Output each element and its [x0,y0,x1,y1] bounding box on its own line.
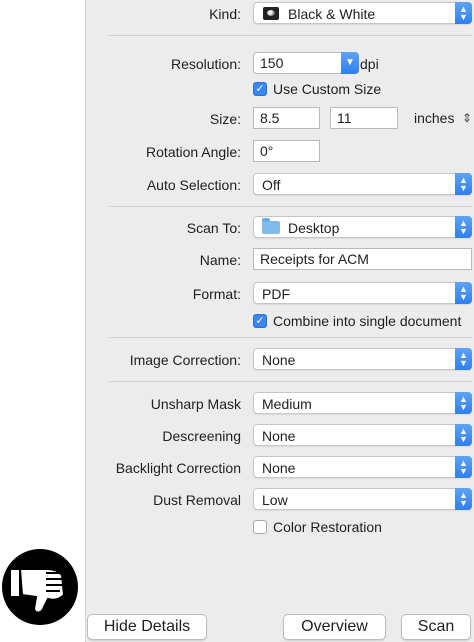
size-unit-popup[interactable]: inches [414,107,454,129]
combine-label: Combine into single document [273,313,462,329]
dpi-unit: dpi [360,56,379,72]
custom-size-row: ✓ Use Custom Size [85,79,474,103]
unsharp-mask-value: Medium [262,396,312,412]
kind-value: Black & White [288,6,376,22]
updown-arrows-icon: ▲ ▼ [455,2,472,24]
rotation-label: Rotation Angle: [146,144,241,160]
name-field[interactable]: Receipts for ACM [253,248,472,270]
dust-removal-popup[interactable]: Low ▲ ▼ [253,488,472,510]
custom-size-label: Use Custom Size [273,81,382,97]
folder-icon [262,218,280,234]
divider [109,206,472,207]
size-width-field[interactable]: 8.5 [253,107,320,129]
updown-arrows-icon: ▲ ▼ [455,216,472,238]
descreening-label: Descreening [162,428,241,444]
kind-row: Kind: Black & White ▲ ▼ [85,2,474,26]
updown-arrows-icon: ▲ ▼ [455,173,472,195]
updown-arrows-icon: ▲ ▼ [455,456,472,478]
auto-selection-value: Off [262,177,281,193]
name-label: Name: [199,252,241,268]
format-label: Format: [192,286,241,302]
backlight-label: Backlight Correction [115,460,241,476]
backlight-row: Backlight Correction None ▲ ▼ [85,456,474,480]
dust-removal-value: Low [262,492,288,508]
kind-label: Kind: [209,6,241,22]
resolution-value: 150 [260,55,284,71]
overview-button[interactable]: Overview [283,614,386,640]
descreening-popup[interactable]: None ▲ ▼ [253,424,472,446]
rotation-row: Rotation Angle: 0° [85,140,474,164]
format-popup[interactable]: PDF ▲ ▼ [253,282,472,304]
rotation-field[interactable]: 0° [253,140,320,162]
custom-size-checkbox[interactable]: ✓ [253,82,267,96]
kind-popup[interactable]: Black & White ▲ ▼ [253,2,472,24]
unsharp-mask-popup[interactable]: Medium ▲ ▼ [253,392,472,414]
auto-selection-row: Auto Selection: Off ▲ ▼ [85,173,474,197]
hide-details-button[interactable]: Hide Details [87,614,207,640]
combine-row: ✓ Combine into single document [85,311,474,335]
scan-to-row: Scan To: Desktop ▲ ▼ [85,216,474,240]
resolution-label: Resolution: [170,56,241,72]
size-row: Size: 8.5 11 inches ⇕ [85,107,474,131]
divider [109,35,472,36]
dust-removal-label: Dust Removal [153,492,241,508]
descreening-row: Descreening None ▲ ▼ [85,424,474,448]
scan-to-value: Desktop [288,220,340,236]
image-correction-popup[interactable]: None ▲ ▼ [253,348,472,370]
dust-removal-row: Dust Removal Low ▲ ▼ [85,488,474,512]
auto-selection-popup[interactable]: Off ▲ ▼ [253,173,472,195]
color-restoration-label: Color Restoration [273,519,382,535]
image-correction-row: Image Correction: None ▲ ▼ [85,348,474,372]
color-mode-icon [263,7,279,20]
name-row: Name: Receipts for ACM [85,248,474,272]
format-row: Format: PDF ▲ ▼ [85,282,474,306]
backlight-value: None [262,460,296,476]
divider [109,381,472,382]
chevron-down-icon[interactable]: ▼ [341,52,359,74]
updown-arrows-icon: ▲ ▼ [455,424,472,446]
updown-arrows-icon: ▲ ▼ [455,282,472,304]
updown-arrows-icon: ▲ ▼ [455,348,472,370]
divider [109,337,472,338]
descreening-value: None [262,428,296,444]
unsharp-mask-label: Unsharp Mask [150,396,241,412]
thumbs-down-icon [2,549,78,625]
resolution-combo[interactable]: 150 ▼ [253,52,359,74]
color-restoration-row: Color Restoration [85,517,474,541]
resolution-row: Resolution: 150 ▼ dpi [85,52,474,76]
size-height-field[interactable]: 11 [330,107,398,129]
image-correction-value: None [262,352,296,368]
updown-arrows-icon: ▲ ▼ [455,488,472,510]
scan-button[interactable]: Scan [401,614,471,640]
scan-to-label: Scan To: [186,220,241,236]
color-restoration-checkbox[interactable] [253,520,267,534]
auto-selection-label: Auto Selection: [146,177,241,193]
scan-to-popup[interactable]: Desktop ▲ ▼ [253,216,472,238]
combine-checkbox[interactable]: ✓ [253,314,267,328]
format-value: PDF [262,286,290,302]
image-correction-label: Image Correction: [129,352,241,368]
size-label: Size: [209,111,241,127]
updown-arrows-icon: ▲ ▼ [455,392,472,414]
unsharp-mask-row: Unsharp Mask Medium ▲ ▼ [85,392,474,416]
backlight-popup[interactable]: None ▲ ▼ [253,456,472,478]
updown-chevron-icon[interactable]: ⇕ [462,107,472,129]
